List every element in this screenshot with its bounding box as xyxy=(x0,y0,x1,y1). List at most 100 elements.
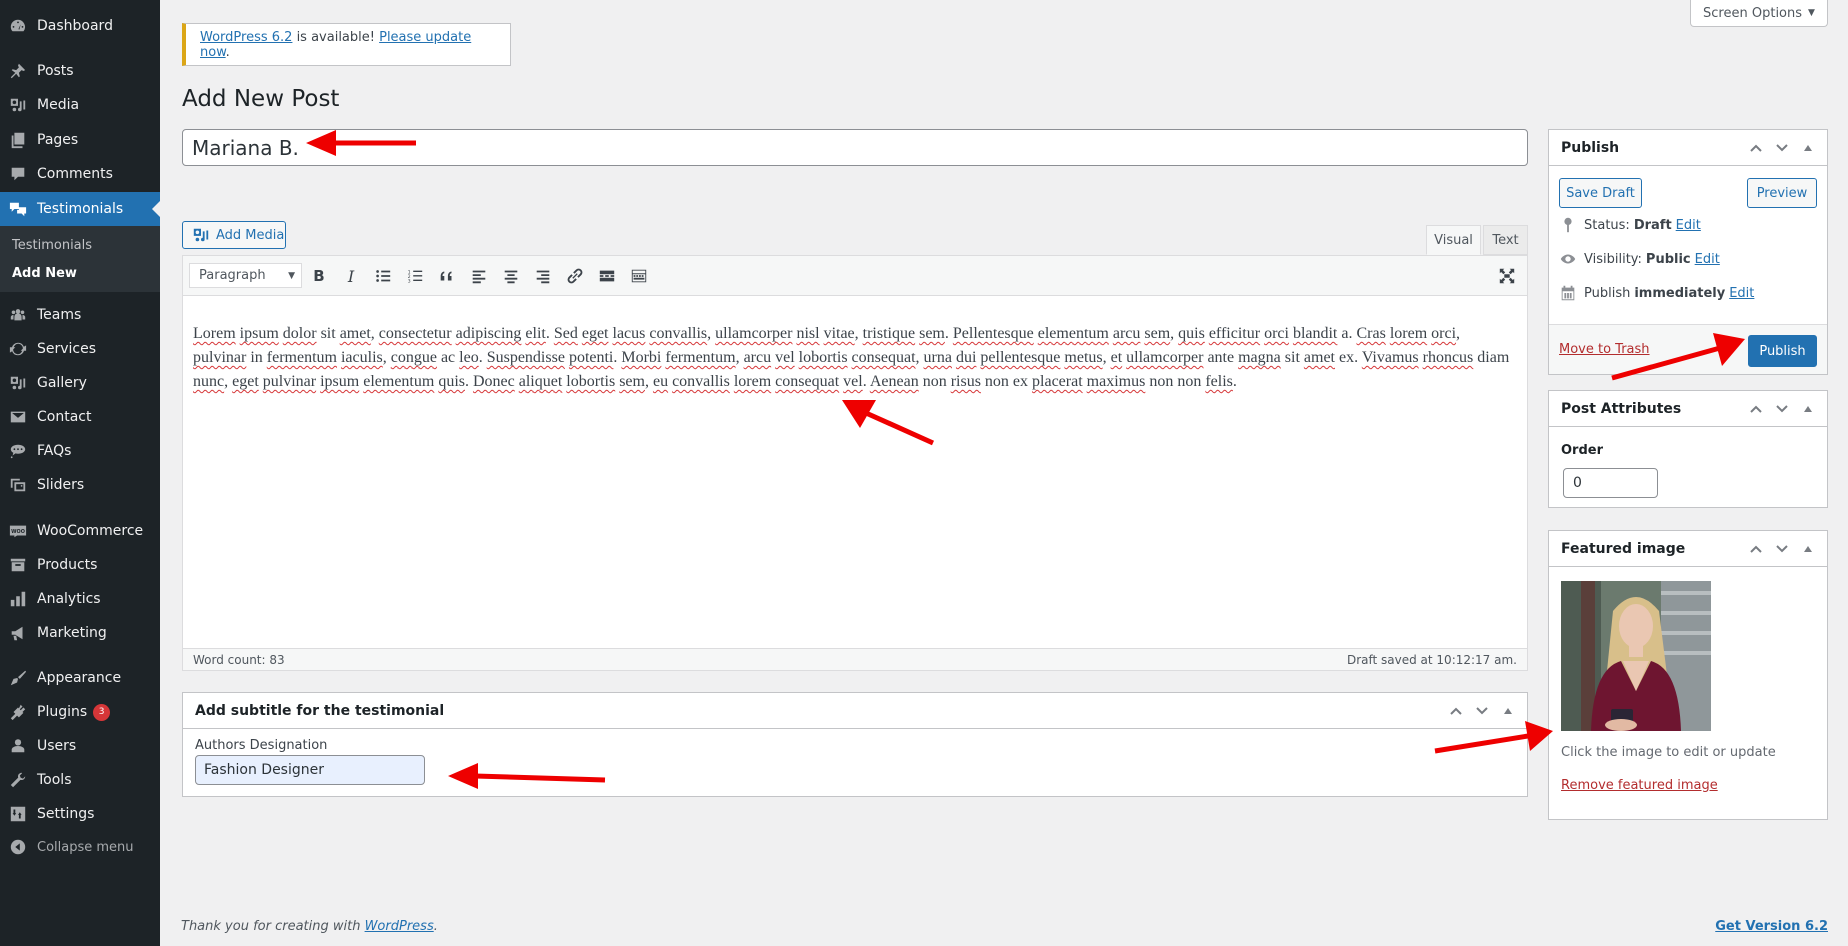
order-value: 0 xyxy=(1573,475,1582,491)
featured-image-thumbnail[interactable] xyxy=(1561,581,1711,731)
tab-visual[interactable]: Visual xyxy=(1426,225,1481,255)
toggle-panel-button[interactable] xyxy=(1795,391,1821,427)
tab-text[interactable]: Text xyxy=(1483,225,1528,255)
sidebar-item-pages[interactable]: Pages xyxy=(0,123,160,157)
get-version-link[interactable]: Get Version 6.2 xyxy=(1715,919,1828,934)
editor-word: eu xyxy=(652,373,669,390)
toggle-panel-button[interactable] xyxy=(1795,531,1821,567)
publish-button[interactable]: Publish xyxy=(1748,335,1817,367)
sidebar-item-woocommerce[interactable]: WOO WooCommerce xyxy=(0,514,160,548)
wordpress-link[interactable]: WordPress xyxy=(365,919,434,934)
screen-options-button[interactable]: Screen Options ▼ xyxy=(1690,0,1828,27)
insert-link-button[interactable] xyxy=(563,264,587,288)
sidebar-item-posts[interactable]: Posts xyxy=(0,54,160,88)
add-media-button[interactable]: Add Media xyxy=(182,221,286,249)
move-up-button[interactable] xyxy=(1743,531,1769,567)
edit-publish-date-link[interactable]: Edit xyxy=(1729,286,1754,301)
sidebar-item-faqs[interactable]: FAQs xyxy=(0,434,160,468)
collapse-menu-button[interactable]: Collapse menu xyxy=(0,830,160,864)
sidebar-item-teams[interactable]: Teams xyxy=(0,298,160,332)
editor-word: fermentum xyxy=(266,349,337,366)
editor-text: Lorem ipsum dolor sit amet, consectetur … xyxy=(193,325,1509,390)
align-right-button[interactable] xyxy=(531,264,555,288)
editor-word: felis. xyxy=(1205,373,1237,390)
sidebar-item-label: Pages xyxy=(37,132,79,148)
numbered-list-button[interactable]: 123 xyxy=(403,264,427,288)
post-title-input[interactable]: Mariana B. xyxy=(182,129,1528,166)
sidebar-item-settings[interactable]: Settings xyxy=(0,797,160,831)
sidebar-item-sliders[interactable]: Sliders xyxy=(0,468,160,502)
footer-thanks: Thank you for creating with WordPress. xyxy=(181,919,438,934)
sidebar-item-testimonials[interactable]: Testimonials xyxy=(0,192,160,226)
italic-button[interactable]: I xyxy=(339,264,363,288)
editor-word: ex. xyxy=(1338,349,1359,366)
editor-word: leo. xyxy=(459,349,483,366)
move-up-button[interactable] xyxy=(1743,130,1769,166)
featured-image-title: Featured image xyxy=(1561,540,1686,557)
save-draft-button[interactable]: Save Draft xyxy=(1559,178,1642,208)
move-to-trash-link[interactable]: Move to Trash xyxy=(1559,342,1650,357)
editor-word: non xyxy=(1149,373,1174,390)
sidebar-item-appearance[interactable]: Appearance xyxy=(0,661,160,695)
editor-word: metus, xyxy=(1064,349,1107,366)
editor-word: consequat xyxy=(775,373,840,390)
chevron-down-icon xyxy=(1776,144,1788,152)
post-attributes-title: Post Attributes xyxy=(1561,400,1682,417)
sidebar-item-products[interactable]: Products xyxy=(0,548,160,582)
sidebar-item-services[interactable]: Services xyxy=(0,332,160,366)
fullscreen-button[interactable] xyxy=(1495,264,1519,288)
bulleted-list-button[interactable] xyxy=(371,264,395,288)
move-down-button[interactable] xyxy=(1469,693,1495,729)
bold-button[interactable]: B xyxy=(307,264,331,288)
align-center-button[interactable] xyxy=(499,264,523,288)
sidebar-item-dashboard[interactable]: Dashboard xyxy=(0,9,160,43)
format-select[interactable]: Paragraph ▼ xyxy=(189,263,302,288)
move-down-button[interactable] xyxy=(1769,531,1795,567)
align-left-button[interactable] xyxy=(467,264,491,288)
editor-word: sit xyxy=(1284,349,1300,366)
sidebar-item-label: Gallery xyxy=(37,375,87,391)
sidebar-item-plugins[interactable]: Plugins 3 xyxy=(0,695,160,729)
edit-status-link[interactable]: Edit xyxy=(1676,218,1701,233)
toggle-panel-button[interactable] xyxy=(1495,693,1521,729)
editor-word: rhoncus xyxy=(1422,349,1474,366)
toggle-panel-button[interactable] xyxy=(1795,130,1821,166)
authors-designation-input[interactable]: Fashion Designer xyxy=(195,755,425,785)
move-up-button[interactable] xyxy=(1743,391,1769,427)
editor-word: maximus xyxy=(1086,373,1146,390)
wordpress-version-link[interactable]: WordPress 6.2 xyxy=(200,30,292,45)
editor-toolbar: Paragraph ▼ B I 123 xyxy=(183,256,1527,296)
editor-word: placerat xyxy=(1032,373,1083,390)
remove-featured-image-link[interactable]: Remove featured image xyxy=(1561,778,1718,793)
screen-options-label: Screen Options xyxy=(1703,5,1803,21)
editor-word: tristique xyxy=(862,325,916,342)
editor-word: eget xyxy=(232,373,259,390)
read-more-button[interactable] xyxy=(595,264,619,288)
editor-word: blandit xyxy=(1292,325,1338,342)
caret-down-icon: ▼ xyxy=(288,270,295,281)
editor-word: sem. xyxy=(919,325,949,342)
editor-word: vitae, xyxy=(823,325,859,342)
submenu-item-testimonials[interactable]: Testimonials xyxy=(12,238,92,253)
sidebar-item-gallery[interactable]: Gallery xyxy=(0,366,160,400)
preview-button[interactable]: Preview xyxy=(1747,178,1817,208)
sidebar-item-marketing[interactable]: Marketing xyxy=(0,616,160,650)
move-down-button[interactable] xyxy=(1769,391,1795,427)
move-up-button[interactable] xyxy=(1443,693,1469,729)
chevron-up-icon xyxy=(1750,405,1762,413)
order-input[interactable]: 0 xyxy=(1563,468,1658,498)
sidebar-item-analytics[interactable]: Analytics xyxy=(0,582,160,616)
sidebar-item-users[interactable]: Users xyxy=(0,729,160,763)
sidebar-item-media[interactable]: Media xyxy=(0,88,160,122)
edit-visibility-link[interactable]: Edit xyxy=(1695,252,1720,267)
sidebar-item-tools[interactable]: Tools xyxy=(0,763,160,797)
sidebar-item-contact[interactable]: Contact xyxy=(0,400,160,434)
blockquote-button[interactable] xyxy=(435,264,459,288)
submenu-item-add-new[interactable]: Add New xyxy=(12,266,77,281)
sidebar-item-comments[interactable]: Comments xyxy=(0,157,160,191)
editor-content[interactable]: Lorem ipsum dolor sit amet, consectetur … xyxy=(193,322,1517,394)
notice-period: . xyxy=(225,44,230,60)
move-down-button[interactable] xyxy=(1769,130,1795,166)
editor-word: Morbi xyxy=(621,349,662,366)
toolbar-toggle-button[interactable] xyxy=(627,264,651,288)
